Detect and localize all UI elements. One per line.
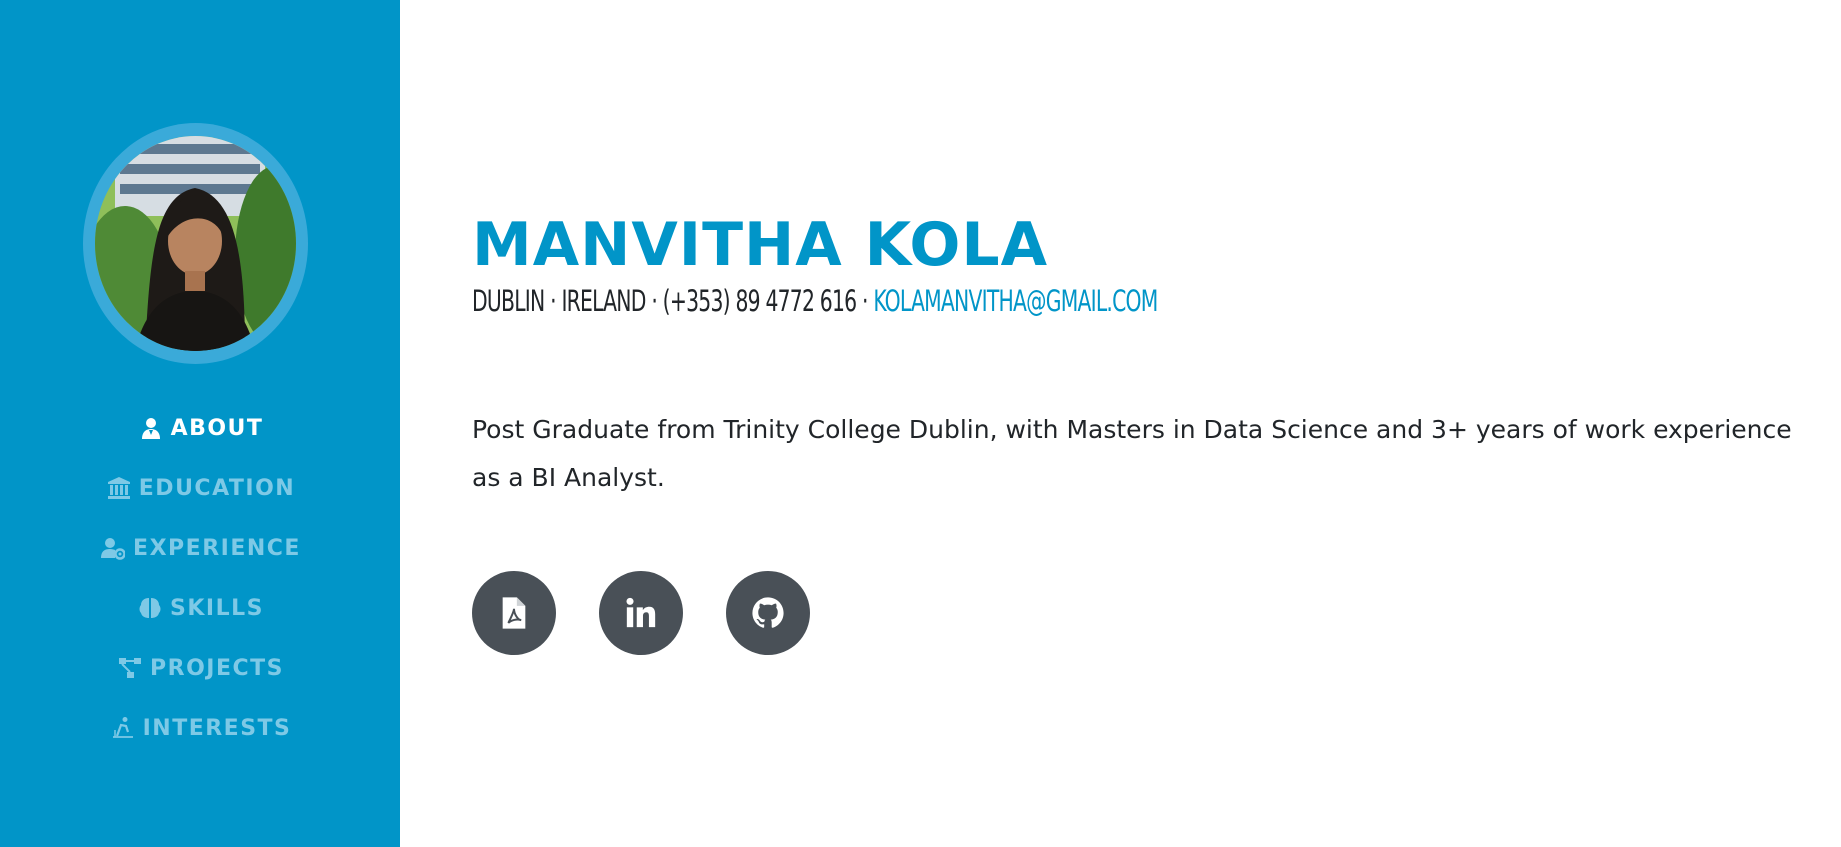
avatar	[95, 136, 296, 351]
linkedin-button[interactable]	[599, 571, 683, 655]
skiing-icon	[109, 715, 137, 741]
social-icons	[472, 571, 810, 655]
nav-label: EXPERIENCE	[133, 535, 301, 561]
github-icon	[752, 597, 784, 628]
github-button[interactable]	[726, 571, 810, 655]
profile-photo	[95, 136, 296, 351]
linkedin-icon	[626, 597, 656, 628]
nav-item-education[interactable]: EDUCATION	[0, 458, 400, 518]
project-diagram-icon	[116, 655, 144, 681]
contact-info: DUBLIN · IRELAND · (+353) 89 4772 616 ·	[472, 284, 874, 318]
file-pdf-icon	[502, 597, 526, 629]
page-title: MANVITHA KOLA	[472, 210, 1049, 280]
nav-label: SKILLS	[170, 595, 264, 621]
sidebar-nav: ABOUT EDUCATION EXPERIENCE SKILLS PROJEC…	[0, 398, 400, 758]
university-icon	[105, 475, 133, 501]
sidebar: ABOUT EDUCATION EXPERIENCE SKILLS PROJEC…	[0, 0, 400, 847]
brain-icon	[136, 595, 164, 621]
user-cog-icon	[99, 535, 127, 561]
nav-item-projects[interactable]: PROJECTS	[0, 638, 400, 698]
nav-label: INTERESTS	[142, 715, 292, 741]
email-link[interactable]: KOLAMANVITHA@GMAIL.COM	[873, 284, 1158, 318]
nav-label: ABOUT	[170, 415, 264, 441]
nav-item-experience[interactable]: EXPERIENCE	[0, 518, 400, 578]
resume-pdf-button[interactable]	[472, 571, 556, 655]
nav-label: PROJECTS	[150, 655, 284, 681]
bio-text: Post Graduate from Trinity College Dubli…	[472, 415, 1792, 492]
contact-line: DUBLIN · IRELAND · (+353) 89 4772 616 · …	[472, 284, 1158, 318]
avatar-ring	[83, 123, 308, 364]
user-icon	[137, 415, 165, 441]
nav-label: EDUCATION	[138, 475, 296, 501]
nav-item-about[interactable]: ABOUT	[0, 398, 400, 458]
nav-item-interests[interactable]: INTERESTS	[0, 698, 400, 758]
nav-item-skills[interactable]: SKILLS	[0, 578, 400, 638]
